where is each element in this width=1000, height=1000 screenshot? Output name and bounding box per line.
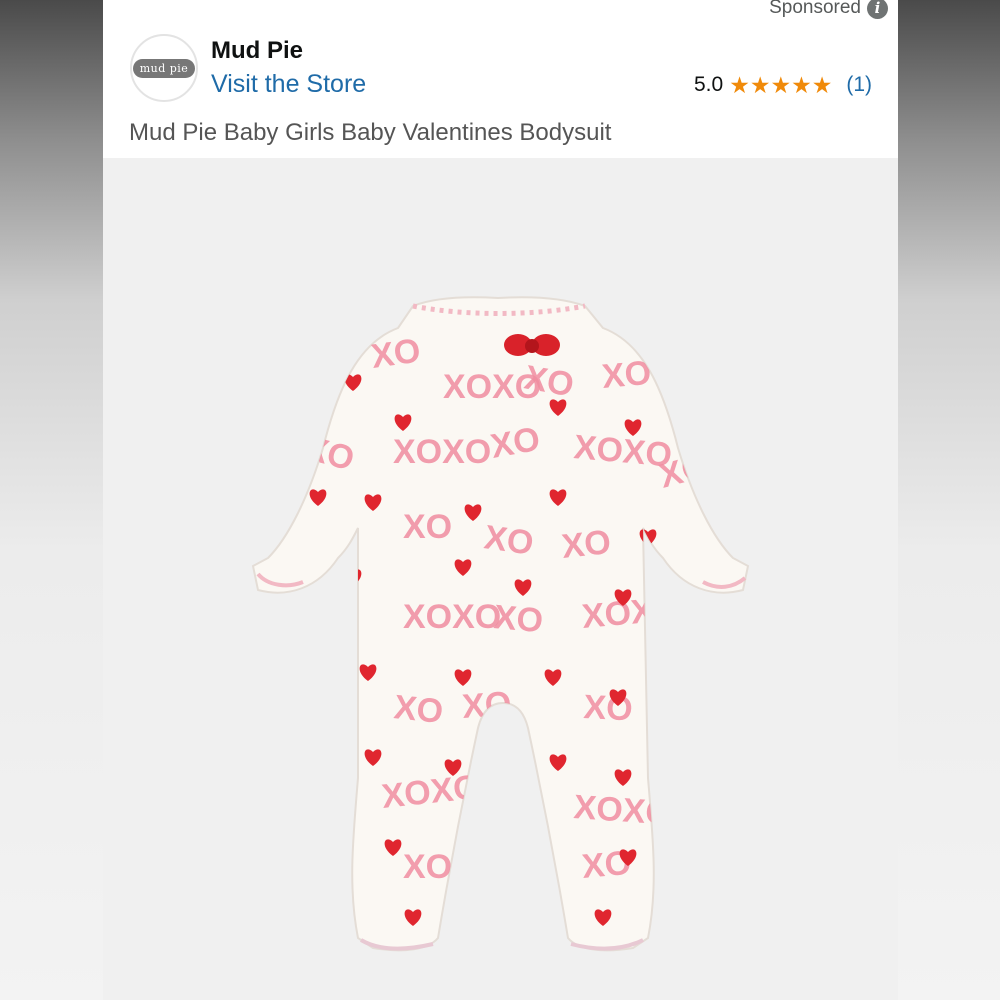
xo-print-text: XO [482, 518, 536, 562]
xo-print-text: XOXO [580, 590, 681, 636]
ad-card[interactable]: Sponsored i mud pie Mud Pie Visit the St… [103, 0, 898, 1000]
heart-icon [504, 839, 522, 856]
review-count-link[interactable]: (1) [846, 73, 872, 97]
star-icon: ★ [791, 71, 812, 98]
xo-print-text: XOXO [393, 433, 491, 471]
star-icon: ★ [729, 71, 750, 98]
xo-print-text: XO [392, 688, 445, 731]
star-icon: ★ [811, 71, 833, 98]
product-image[interactable]: XO XOXO XO XO XO XOXO XO XOXO XO XO XO XO XOXO XO XOXO… [103, 158, 898, 1000]
visit-store-link[interactable]: Visit the Store [211, 70, 366, 99]
xo-print-text: XO [492, 598, 544, 640]
rating-score: 5.0 [694, 73, 724, 96]
sponsored-label[interactable]: Sponsored i [769, 0, 888, 19]
bodysuit: XOXOXOXO XOXO XOXOXO XOXOXOXO XO XOXOXOXO XOXO… [251, 296, 750, 952]
info-icon[interactable]: i [867, 0, 888, 19]
sponsored-text: Sponsored [769, 0, 861, 18]
bodysuit-illustration: XOXOXOXO XOXO XOXOXO XOXOXOXO XO XOXOXOXO XOXO… [251, 296, 750, 952]
star-icon: ★ [770, 71, 792, 98]
xo-print-text: XOXO [403, 598, 501, 636]
xo-print-text: XOXO [572, 788, 673, 833]
xo-print-text: XO [403, 848, 452, 886]
xo-print-text: XO [403, 508, 452, 546]
star-rating: ★ ★ ★ ★ ★ [729, 71, 833, 98]
star-icon: ★ [749, 71, 771, 98]
xo-print-text: XO [461, 685, 513, 726]
brand-name: Mud Pie [211, 37, 304, 64]
xo-print-text: XO [600, 354, 652, 396]
xo-print-text: XO [369, 331, 423, 375]
xo-print-text: XO [560, 523, 613, 566]
product-title[interactable]: Mud Pie Baby Girls Baby Valentines Bodys… [129, 119, 611, 147]
brand-logo-text: mud pie [132, 58, 196, 78]
brand-logo[interactable]: mud pie [130, 34, 198, 102]
rating[interactable]: 5.0 ★ ★ ★ ★ ★ (1) [694, 73, 872, 97]
